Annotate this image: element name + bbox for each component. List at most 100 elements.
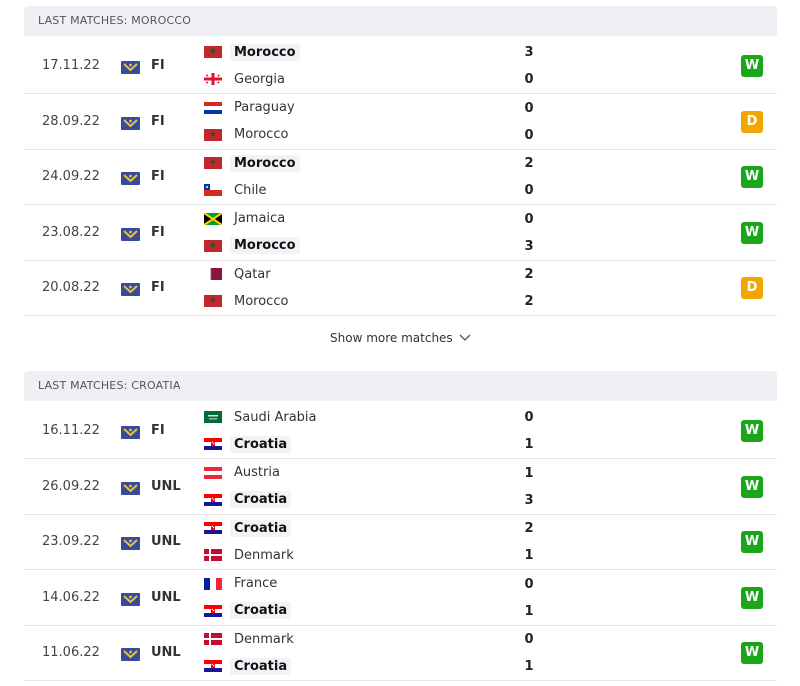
match-row[interactable]: 28.09.22 FI Paraguay Morocco 0 0 D xyxy=(24,94,777,150)
home-team-name: Morocco xyxy=(230,154,300,172)
denmark-flag-icon xyxy=(204,633,222,645)
away-team: Croatia xyxy=(204,434,292,454)
home-team: Saudi Arabia xyxy=(204,407,317,427)
match-row[interactable]: 14.06.22 UNL France Croatia 0 1 W xyxy=(24,570,777,626)
home-team: Denmark xyxy=(204,629,294,649)
competition-icon xyxy=(121,535,140,550)
show-more-label: Show more matches xyxy=(330,331,453,345)
competition-label: FI xyxy=(151,224,165,240)
home-team: Jamaica xyxy=(204,209,285,229)
away-team: Croatia xyxy=(204,656,292,676)
home-team-name: Saudi Arabia xyxy=(234,409,317,425)
match-row[interactable]: 20.08.22 FI Qatar Morocco 2 2 D xyxy=(24,260,777,316)
result-badge: D xyxy=(741,110,763,133)
competition-label: FI xyxy=(151,113,165,129)
match-row[interactable]: 23.08.22 FI Jamaica Morocco 0 3 W xyxy=(24,205,777,261)
home-team: Austria xyxy=(204,463,280,483)
home-team: France xyxy=(204,574,277,594)
away-score: 1 xyxy=(524,437,534,452)
away-team-name: Croatia xyxy=(230,435,292,453)
home-team-name: Austria xyxy=(234,465,280,480)
match-row[interactable]: 24.09.22 FI Morocco Chile 2 0 W xyxy=(24,149,777,205)
match-row[interactable]: 17.11.22 FI Morocco Georgia 3 0 W xyxy=(24,38,777,94)
morocco-flag-icon xyxy=(204,157,222,169)
competition-icon xyxy=(121,226,140,241)
competition-icon xyxy=(121,115,140,130)
georgia-flag-icon xyxy=(204,73,222,85)
show-more-matches-button[interactable]: Show more matches xyxy=(330,331,471,345)
away-team: Georgia xyxy=(204,69,285,89)
away-team: Denmark xyxy=(204,545,294,565)
france-flag-icon xyxy=(204,577,222,590)
home-team-name: Paraguay xyxy=(234,100,295,115)
away-team-name: Morocco xyxy=(234,293,289,309)
away-score: 0 xyxy=(524,183,534,198)
away-score: 0 xyxy=(524,72,534,87)
away-team-name: Denmark xyxy=(234,547,294,563)
home-team-name: Qatar xyxy=(234,266,271,282)
home-score: 0 xyxy=(524,410,534,425)
home-team-name: Jamaica xyxy=(234,211,286,226)
match-row[interactable]: 26.09.22 UNL Austria Croatia 1 3 W xyxy=(24,459,777,515)
result-badge: W xyxy=(741,475,763,498)
home-score: 1 xyxy=(524,465,534,481)
away-team-name: Morocco xyxy=(234,127,289,142)
morocco-flag-icon xyxy=(204,239,222,252)
denmark-flag-icon xyxy=(204,549,222,561)
match-row[interactable]: 23.09.22 UNL Croatia Denmark 2 1 W xyxy=(24,514,777,570)
jamaica-flag-icon xyxy=(204,212,222,225)
home-team: Morocco xyxy=(204,42,300,62)
away-team-name: Morocco xyxy=(230,237,300,254)
morocco-flag-icon xyxy=(204,128,222,141)
away-team-name: Georgia xyxy=(234,71,285,87)
match-date: 11.06.22 xyxy=(42,645,100,660)
competition-icon xyxy=(121,591,140,606)
home-score: 2 xyxy=(524,521,534,536)
competition-label: FI xyxy=(151,58,165,73)
home-team: Paraguay xyxy=(204,98,295,118)
match-date: 14.06.22 xyxy=(42,589,100,605)
away-score: 1 xyxy=(524,548,534,563)
home-score: 0 xyxy=(524,576,534,592)
away-team-name: Croatia xyxy=(230,657,292,675)
away-team: Morocco xyxy=(204,125,288,145)
away-team-name: Croatia xyxy=(230,602,292,619)
saudi-flag-icon xyxy=(204,411,222,423)
match-date: 23.08.22 xyxy=(42,224,100,240)
croatia-flag-icon xyxy=(204,660,222,672)
competition-icon xyxy=(121,646,140,661)
home-team: Croatia xyxy=(204,518,292,538)
away-score: 2 xyxy=(524,294,534,309)
section-title: LAST MATCHES: MOROCCO xyxy=(38,14,192,27)
away-team: Croatia xyxy=(204,490,292,510)
result-badge: W xyxy=(741,221,763,244)
croatia-flag-icon xyxy=(204,438,222,450)
away-team: Croatia xyxy=(204,601,292,621)
match-row[interactable]: 16.11.22 FI Saudi Arabia Croatia 0 1 W xyxy=(24,403,777,459)
competition-icon xyxy=(121,281,140,296)
away-team-name: Croatia xyxy=(230,491,292,508)
away-score: 1 xyxy=(524,659,534,674)
home-score: 3 xyxy=(524,45,534,60)
result-badge: W xyxy=(741,642,763,664)
match-date: 16.11.22 xyxy=(42,423,100,438)
match-date: 17.11.22 xyxy=(42,58,100,73)
match-date: 23.09.22 xyxy=(42,534,100,549)
section-title: LAST MATCHES: CROATIA xyxy=(38,379,181,392)
result-badge: W xyxy=(741,166,763,188)
match-date: 20.08.22 xyxy=(42,280,100,295)
match-date: 24.09.22 xyxy=(42,169,100,184)
away-team-name: Chile xyxy=(234,182,267,198)
home-team-name: France xyxy=(234,576,278,591)
competition-label: UNL xyxy=(151,589,181,605)
competition-icon xyxy=(121,424,140,439)
away-score: 3 xyxy=(524,238,534,254)
morocco-flag-icon xyxy=(204,295,222,307)
home-team-name: Morocco xyxy=(230,43,300,61)
away-team: Morocco xyxy=(204,236,300,256)
home-score: 0 xyxy=(524,100,534,116)
competition-label: FI xyxy=(151,423,165,438)
match-row[interactable]: 11.06.22 UNL Denmark Croatia 0 1 W xyxy=(24,625,777,681)
home-score: 0 xyxy=(524,632,534,647)
away-team: Morocco xyxy=(204,291,288,311)
